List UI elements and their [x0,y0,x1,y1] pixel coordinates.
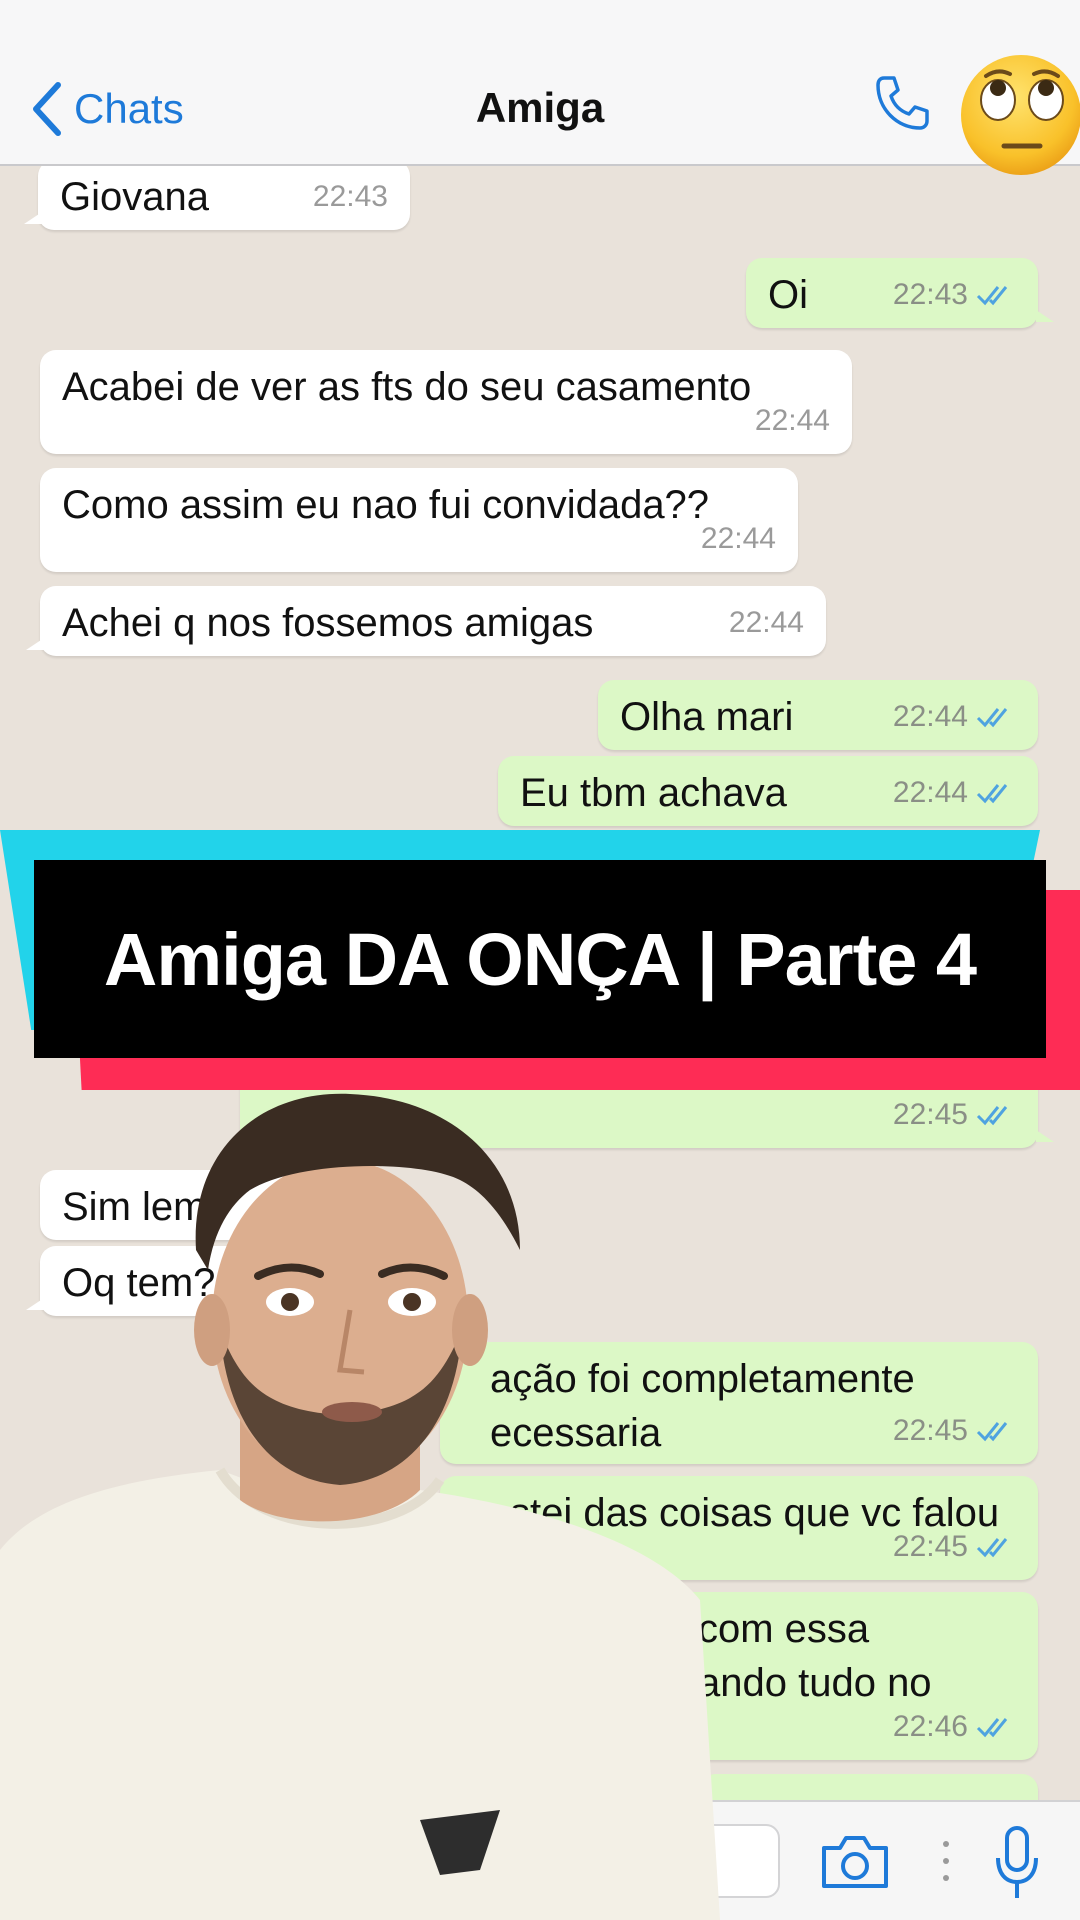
camera-icon[interactable] [818,1832,892,1892]
message-time: 22:46 [892,1710,968,1743]
read-ticks-icon [976,1718,1008,1738]
eye-roll-emoji-icon [961,55,1080,175]
message-time: 22:45 [892,1098,968,1131]
message-incoming[interactable]: Achei q nos fossemos amigas 22:44 [26,586,826,656]
read-ticks-icon [976,1422,1008,1442]
presenter-video-overlay [0,1093,720,1920]
message-incoming[interactable]: Acabei de ver as fts do seu casamento 22… [40,350,852,454]
message-time: 22:45 [892,1414,968,1447]
message-outgoing[interactable]: Olha mari 22:44 [598,680,1038,750]
message-outgoing[interactable] [700,1774,1038,1800]
message-time: 22:43 [892,278,968,311]
message-time: 22:44 [892,776,968,809]
message-incoming[interactable]: Como assim eu nao fui convidada?? 22:44 [40,468,798,572]
title-banner: Amiga DA ONÇA | Parte 4 [0,826,1080,1096]
message-time: 22:44 [728,606,804,639]
separator-dots [943,1841,949,1881]
banner-text: Amiga DA ONÇA | Parte 4 [34,860,1046,1058]
microphone-icon[interactable] [992,1824,1042,1904]
message-time: 22:43 [312,180,388,213]
read-ticks-icon [976,1538,1008,1558]
message-outgoing[interactable]: Eu tbm achava 22:44 [498,756,1038,826]
message-time: 22:45 [892,1530,968,1563]
message-time: 22:44 [892,700,968,733]
read-ticks-icon [976,1106,1008,1126]
read-ticks-icon [976,784,1008,804]
read-ticks-icon [976,708,1008,728]
message-incoming[interactable]: Giovana 22:43 [24,166,410,230]
message-outgoing[interactable]: Oi 22:43 [746,258,1054,328]
read-ticks-icon [976,286,1008,306]
message-time: 22:44 [754,404,830,437]
message-time: 22:44 [700,522,776,555]
phone-icon[interactable] [870,72,932,134]
chat-header: Chats Amiga [0,0,1080,166]
